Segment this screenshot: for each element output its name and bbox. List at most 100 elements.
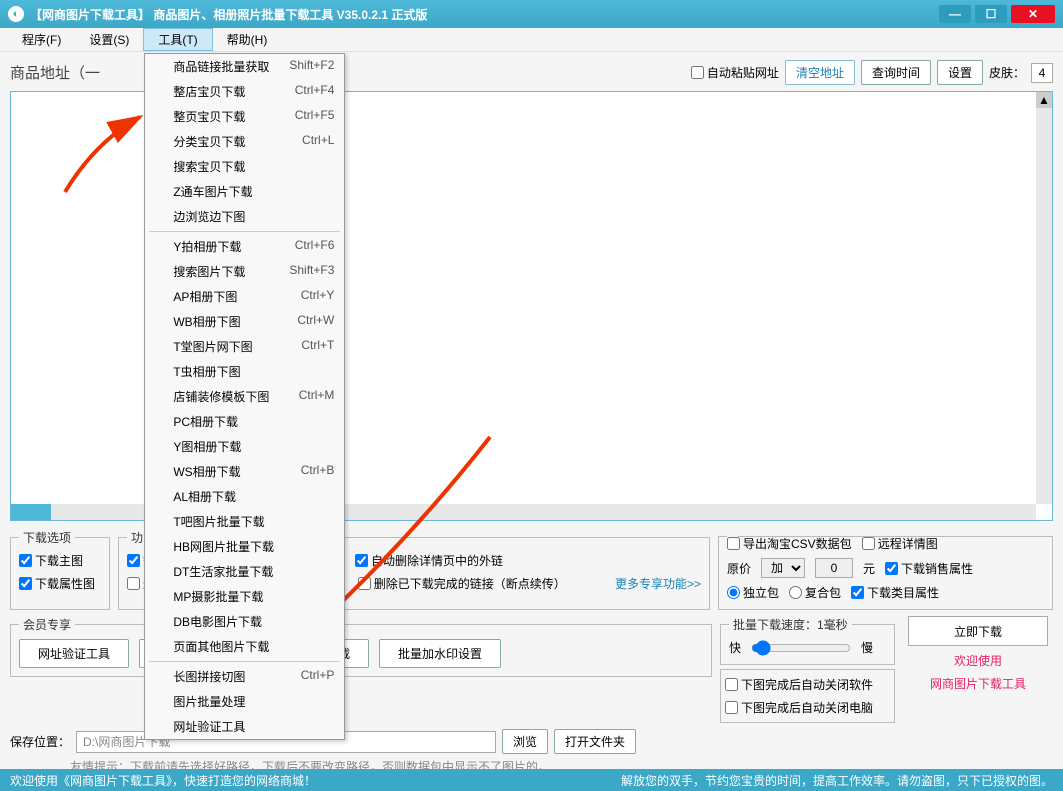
menu-item-label: 分类宝贝下载 xyxy=(173,133,282,150)
export-csv-checkbox[interactable]: 导出淘宝CSV数据包 xyxy=(727,535,852,552)
auto-del-ext-checkbox[interactable]: 自动删除详情页中的外链 xyxy=(355,552,503,569)
export-options-group: . 导出淘宝CSV数据包 远程详情图 原价 加 元 下载销售属性 独立包 复合包… xyxy=(718,529,1053,610)
del-done-checkbox[interactable]: 删除已下载完成的链接（断点续传） xyxy=(358,575,566,592)
close-pc-checkbox[interactable]: 下图完成后自动关闭电脑 xyxy=(725,699,890,716)
tools-menu-item-16[interactable]: Y图相册下载 xyxy=(145,434,344,459)
tools-menu-item-18[interactable]: AL相册下载 xyxy=(145,484,344,509)
open-folder-button[interactable]: 打开文件夹 xyxy=(554,729,636,754)
menu-tools[interactable]: 工具(T) 商品链接批量获取Shift+F2整店宝贝下载Ctrl+F4整页宝贝下… xyxy=(143,28,212,51)
app-icon: ◐ xyxy=(8,6,24,22)
minimize-button[interactable]: — xyxy=(939,5,971,23)
url-verify-button[interactable]: 网址验证工具 xyxy=(19,639,129,668)
menu-help[interactable]: 帮助(H) xyxy=(213,28,282,51)
menu-item-label: Y图相册下载 xyxy=(173,438,334,455)
menu-item-shortcut: Ctrl+F4 xyxy=(295,83,335,100)
scroll-up-icon[interactable]: ▲ xyxy=(1036,92,1052,108)
menu-item-label: 长图拼接切图 xyxy=(173,668,280,685)
menu-item-label: AL相册下载 xyxy=(173,488,334,505)
download-main-img-checkbox[interactable]: 下载主图 xyxy=(19,552,101,569)
tools-menu-item-13[interactable]: T虫相册下图 xyxy=(145,359,344,384)
tools-menu-item-1[interactable]: 整店宝贝下载Ctrl+F4 xyxy=(145,79,344,104)
menu-item-label: 整页宝贝下载 xyxy=(173,108,274,125)
query-time-button[interactable]: 查询时间 xyxy=(861,60,931,85)
menu-item-label: AP相册下图 xyxy=(173,288,280,305)
tools-menu-item-10[interactable]: AP相册下图 Ctrl+Y xyxy=(145,284,344,309)
tools-menu-item-12[interactable]: T堂图片网下图 Ctrl+T xyxy=(145,334,344,359)
menu-item-label: 搜索宝贝下载 xyxy=(173,158,334,175)
tools-menu-item-3[interactable]: 分类宝贝下载Ctrl+L xyxy=(145,129,344,154)
tools-menu-item-21[interactable]: DT生活家批量下载 xyxy=(145,559,344,584)
speed-slider[interactable] xyxy=(751,640,851,656)
price-value-input[interactable] xyxy=(815,558,853,578)
tools-menu-item-26[interactable]: 长图拼接切图Ctrl+P xyxy=(145,664,344,689)
remote-detail-checkbox[interactable]: 远程详情图 xyxy=(862,535,938,552)
scrollbar-vertical[interactable]: ▲ xyxy=(1036,92,1052,504)
tools-menu-item-24[interactable]: 页面其他图片下载 xyxy=(145,634,344,659)
save-label: 保存位置： xyxy=(10,733,70,750)
tools-menu-item-8[interactable]: Y拍相册下载Ctrl+F6 xyxy=(145,234,344,259)
statusbar: 欢迎使用《网商图片下载工具》，快速打造您的网络商城！ 解放您的双手，节约您宝贵的… xyxy=(0,769,1063,791)
tools-menu-item-19[interactable]: T吧图片批量下载 xyxy=(145,509,344,534)
tools-menu-item-11[interactable]: WB相册下图Ctrl+W xyxy=(145,309,344,334)
close-button[interactable]: ✕ xyxy=(1011,5,1055,23)
tools-menu-item-0[interactable]: 商品链接批量获取 Shift+F2 xyxy=(145,54,344,79)
menubar: 程序(F) 设置(S) 工具(T) 商品链接批量获取Shift+F2整店宝贝下载… xyxy=(0,28,1063,52)
tools-menu-item-22[interactable]: MP摄影批量下载 xyxy=(145,584,344,609)
menu-item-shortcut: Ctrl+W xyxy=(297,313,334,330)
menu-item-label: Y拍相册下载 xyxy=(173,238,274,255)
standalone-radio[interactable]: 独立包 xyxy=(727,584,779,601)
menu-item-label: 店铺装修模板下图 xyxy=(173,388,278,405)
menu-program[interactable]: 程序(F) xyxy=(8,28,75,51)
menu-item-label: T堂图片网下图 xyxy=(173,338,281,355)
yuan-label: 元 xyxy=(863,560,875,577)
menu-item-shortcut: Shift+F3 xyxy=(289,263,334,280)
menu-item-label: 搜索图片下载 xyxy=(173,263,269,280)
menu-item-label: PC相册下载 xyxy=(173,413,334,430)
dl-sale-attr-checkbox[interactable]: 下载销售属性 xyxy=(885,560,973,577)
menu-item-shortcut: Ctrl+Y xyxy=(301,288,335,305)
menu-tools-label: 工具(T) xyxy=(158,31,197,48)
tools-menu-item-6[interactable]: 边浏览边下图 xyxy=(145,204,344,229)
menu-item-shortcut: Ctrl+T xyxy=(301,338,334,355)
browse-button[interactable]: 浏览 xyxy=(502,729,548,754)
batch-watermark-button[interactable]: 批量加水印设置 xyxy=(379,639,501,668)
tools-menu-item-23[interactable]: DB电影图片下载 xyxy=(145,609,344,634)
more-features-link[interactable]: 更多专享功能>> xyxy=(576,575,701,592)
menu-separator xyxy=(149,661,340,662)
menu-item-label: 商品链接批量获取 xyxy=(173,58,269,75)
speed-legend: 批量下载速度：1毫秒 xyxy=(729,616,852,633)
tools-menu-item-27[interactable]: 图片批量处理 xyxy=(145,689,344,714)
tools-menu-item-5[interactable]: Z通车图片下载 xyxy=(145,179,344,204)
menu-item-shortcut: Shift+F2 xyxy=(289,58,334,75)
tools-menu-item-17[interactable]: WS相册下载Ctrl+B xyxy=(145,459,344,484)
composite-radio[interactable]: 复合包 xyxy=(789,584,841,601)
menu-item-shortcut: Ctrl+B xyxy=(301,463,335,480)
tools-menu-item-9[interactable]: 搜索图片下载 Shift+F3 xyxy=(145,259,344,284)
maximize-button[interactable]: ☐ xyxy=(975,5,1007,23)
download-now-button[interactable]: 立即下载 xyxy=(908,616,1048,646)
menu-item-label: 边浏览边下图 xyxy=(173,208,334,225)
tools-menu-item-4[interactable]: 搜索宝贝下载 xyxy=(145,154,344,179)
orig-price-label: 原价 xyxy=(727,560,751,577)
settings-button[interactable]: 设置 xyxy=(937,60,983,85)
dl-cat-attr-checkbox[interactable]: 下载类目属性 xyxy=(851,584,939,601)
titlebar: ◐ 【网商图片下载工具】 商品图片、相册照片批量下载工具 V35.0.2.1 正… xyxy=(0,0,1063,28)
auto-paste-checkbox[interactable]: 自动粘贴网址 xyxy=(691,64,779,81)
address-label: 商品地址（一 xyxy=(10,62,130,83)
tools-menu-item-2[interactable]: 整页宝贝下载Ctrl+F5 xyxy=(145,104,344,129)
menu-item-label: Z通车图片下载 xyxy=(173,183,334,200)
price-op-select[interactable]: 加 xyxy=(761,558,805,578)
skin-input[interactable] xyxy=(1031,63,1053,83)
tools-menu-item-20[interactable]: HB网图片批量下载 xyxy=(145,534,344,559)
tools-menu-item-28[interactable]: 网址验证工具 xyxy=(145,714,344,739)
welcome-text-1: 欢迎使用 xyxy=(954,652,1002,669)
download-options-legend: 下载选项 xyxy=(19,529,75,546)
close-software-checkbox[interactable]: 下图完成后自动关闭软件 xyxy=(725,676,890,693)
clear-address-button[interactable]: 清空地址 xyxy=(785,60,855,85)
scroll-thumb[interactable] xyxy=(11,504,51,520)
download-attr-img-checkbox[interactable]: 下载属性图 xyxy=(19,575,101,592)
tools-menu-item-14[interactable]: 店铺装修模板下图Ctrl+M xyxy=(145,384,344,409)
tools-menu-item-15[interactable]: PC相册下载 xyxy=(145,409,344,434)
menu-settings[interactable]: 设置(S) xyxy=(75,28,143,51)
menu-item-label: HB网图片批量下载 xyxy=(173,538,334,555)
